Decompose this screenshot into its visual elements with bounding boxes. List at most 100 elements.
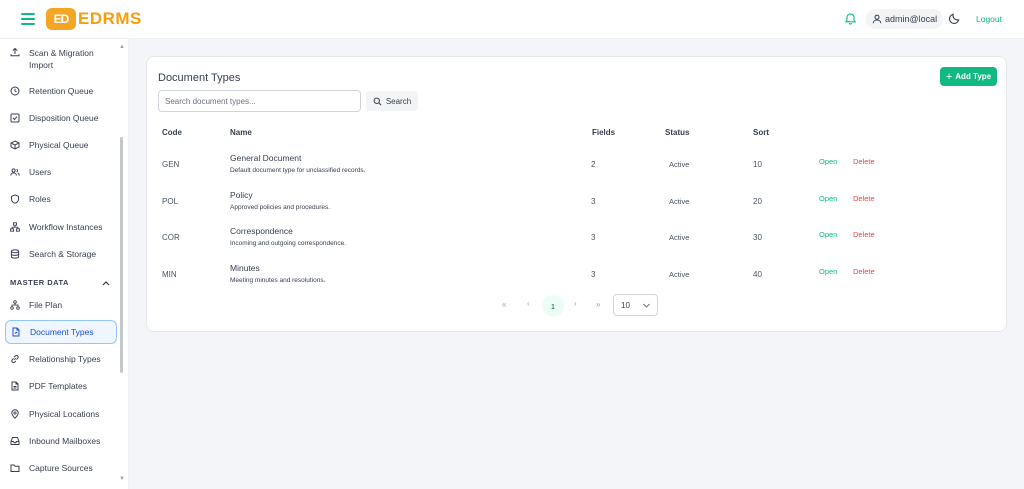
sidebar-item-scan-migration-import[interactable]: Scan & Migration Import [5,44,117,74]
map-pin-icon [11,409,19,419]
logout-link[interactable]: Logout [976,14,1002,24]
open-button[interactable]: Open [819,267,837,276]
user-name: admin@local [885,14,938,24]
column-header-fields[interactable]: Fields [592,128,615,137]
document-icon [12,327,20,337]
document-types-card: Document Types + Add Type Search Code Na… [146,56,1007,332]
moon-icon[interactable] [948,12,961,25]
column-header-sort[interactable]: Sort [753,128,769,137]
top-header: ED EDRMS admin@local Logout [0,0,1024,39]
section-title-label: MASTER DATA [10,278,69,287]
scroll-down-arrow[interactable]: ▼ [119,476,125,482]
hamburger-menu-icon[interactable] [21,13,35,25]
sidebar-scrollbar[interactable] [120,137,123,373]
workflow-icon [10,222,20,232]
type-description: Meeting minutes and resolutions. [230,277,326,284]
page-size-select[interactable]: 10 [613,294,658,316]
search-input[interactable] [158,90,361,112]
delete-button[interactable]: Delete [853,230,875,239]
tree-icon [10,300,20,310]
sidebar-item-roles[interactable]: Roles [5,187,117,211]
chevron-up-icon[interactable] [102,280,110,286]
sidebar-item-inbound-mailboxes[interactable]: Inbound Mailboxes [5,429,117,453]
chevron-down-icon [643,303,650,308]
search-button[interactable]: Search [366,91,418,111]
page-title: Document Types [158,72,241,84]
search-icon [373,97,382,105]
logo-mark: ED [46,8,76,30]
cell-code: MIN [162,270,177,279]
sidebar-item-label: File Plan [29,300,63,310]
page-size-value: 10 [621,300,630,310]
type-name: Minutes [230,263,260,273]
cell-name: General Document Default document type f… [230,153,365,174]
cell-sort: 30 [753,233,762,242]
cell-status: Active [669,160,690,169]
delete-button[interactable]: Delete [853,267,875,276]
next-page-button[interactable]: › [574,299,577,308]
column-header-status[interactable]: Status [665,128,689,137]
column-header-code[interactable]: Code [162,128,182,137]
scroll-up-arrow[interactable]: ▲ [119,44,125,50]
section-master-data[interactable]: MASTER DATA [10,278,110,287]
delete-button[interactable]: Delete [853,157,875,166]
sidebar-item-retention-queue[interactable]: Retention Queue [5,79,117,103]
cell-sort: 10 [753,160,762,169]
column-header-name[interactable]: Name [230,128,252,137]
sidebar-item-label: Disposition Queue [29,113,99,123]
search-button-label: Search [385,96,412,106]
cell-fields: 3 [591,233,596,242]
type-description: Incoming and outgoing correspondence. [230,240,346,247]
type-description: Default document type for unclassified r… [230,167,366,174]
table-row: GEN General Document Default document ty… [147,150,1008,186]
cell-name: Minutes Meeting minutes and resolutions. [230,263,325,284]
last-page-button[interactable]: » [596,300,600,309]
sidebar-item-pdf-templates[interactable]: PDF Templates [5,374,117,398]
plus-icon: + [945,70,953,83]
sidebar-item-label: Relationship Types [29,354,101,364]
sidebar-item-label: Physical Locations [29,409,100,419]
type-description: Approved policies and procedures. [230,204,331,211]
sidebar-item-capture-sources[interactable]: Capture Sources [5,456,117,480]
sidebar-item-label: Retention Queue [29,86,94,96]
type-name: Correspondence [230,226,293,236]
add-type-label: Add Type [955,72,992,81]
add-type-button[interactable]: + Add Type [940,67,997,86]
sidebar-item-relationship-types[interactable]: Relationship Types [5,347,117,371]
sidebar-item-search-storage[interactable]: Search & Storage [5,242,117,266]
sidebar-item-physical-queue[interactable]: Physical Queue [5,133,117,157]
user-menu[interactable]: admin@local [866,9,944,29]
sidebar-item-label: Users [29,167,52,177]
open-button[interactable]: Open [819,157,837,166]
logo-text: EDRMS [78,9,142,28]
sidebar-item-physical-locations[interactable]: Physical Locations [5,402,117,426]
app-logo[interactable]: ED EDRMS [46,8,142,30]
sidebar-item-file-plan[interactable]: File Plan [5,293,117,317]
box-icon [10,140,20,150]
open-button[interactable]: Open [819,194,837,203]
sidebar-item-label: PDF Templates [29,381,87,391]
sidebar-item-workflow-instances[interactable]: Workflow Instances [5,215,117,239]
sidebar-item-label: Physical Queue [29,140,89,150]
first-page-button[interactable]: « [502,300,506,309]
cell-code: POL [162,197,179,206]
type-name: Policy [230,190,253,200]
bell-icon[interactable] [844,12,857,26]
shield-icon [11,194,19,204]
sidebar-item-label: Document Types [30,327,94,337]
delete-button[interactable]: Delete [853,194,875,203]
page-1-button[interactable]: 1 [542,295,564,317]
type-name: General Document [230,153,302,163]
sidebar: ▲ ▼ Scan & Migration Import Retention Qu… [0,39,129,489]
inbox-icon [10,437,20,445]
sidebar-item-document-types[interactable]: Document Types [5,320,117,344]
sidebar-item-label: Inbound Mailboxes [29,436,101,446]
file-icon [11,381,19,391]
cell-fields: 3 [591,197,596,206]
sidebar-item-users[interactable]: Users [5,160,117,184]
sidebar-item-disposition-queue[interactable]: Disposition Queue [5,106,117,130]
prev-page-button[interactable]: ‹ [527,299,530,308]
user-icon [872,14,882,24]
table-row: COR Correspondence Incoming and outgoing… [147,223,1008,259]
open-button[interactable]: Open [819,230,837,239]
